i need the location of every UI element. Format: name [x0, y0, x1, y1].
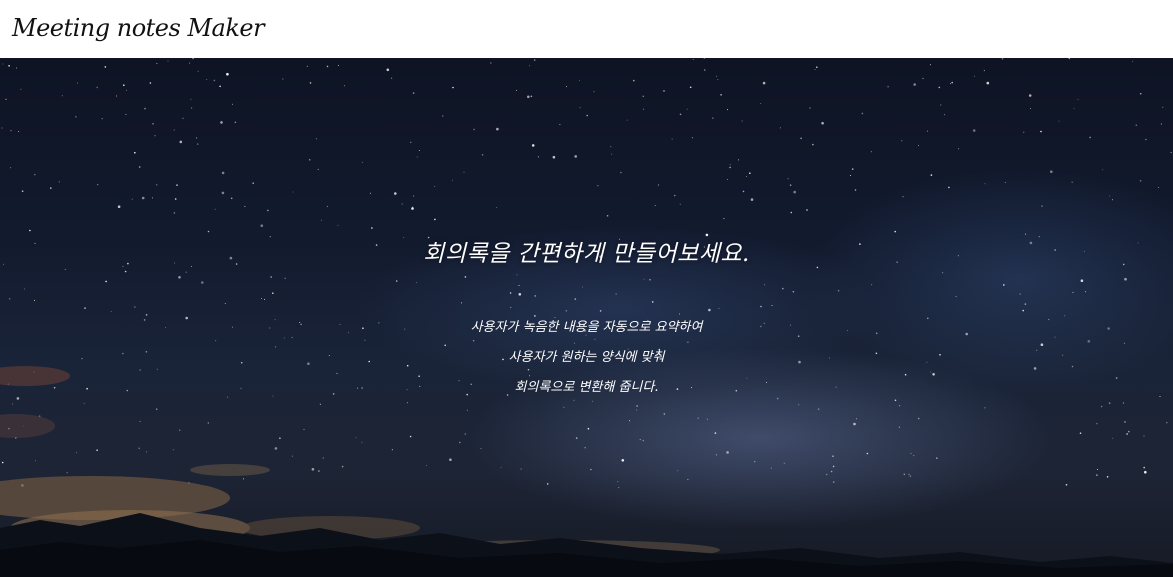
hero-section: 회의록을 간편하게 만들어보세요. 사용자가 녹음한 내용을 자동으로 요약하여… — [0, 58, 1173, 577]
hero-description: 사용자가 녹음한 내용을 자동으로 요약하여 사용자가 원하는 양식에 맞춰 회… — [0, 313, 1173, 403]
top-header: Meeting notes Maker — [0, 0, 1173, 58]
hero-description-line: 사용자가 녹음한 내용을 자동으로 요약하여 — [470, 320, 703, 335]
hero-title: 회의록을 간편하게 만들어보세요. — [423, 241, 750, 267]
hero-description-line: 사용자가 원하는 양식에 맞춰 — [508, 350, 665, 365]
hero-description-line: 회의록으로 변환해 줍니다. — [514, 380, 659, 395]
site-logo[interactable]: Meeting notes Maker — [12, 14, 265, 42]
